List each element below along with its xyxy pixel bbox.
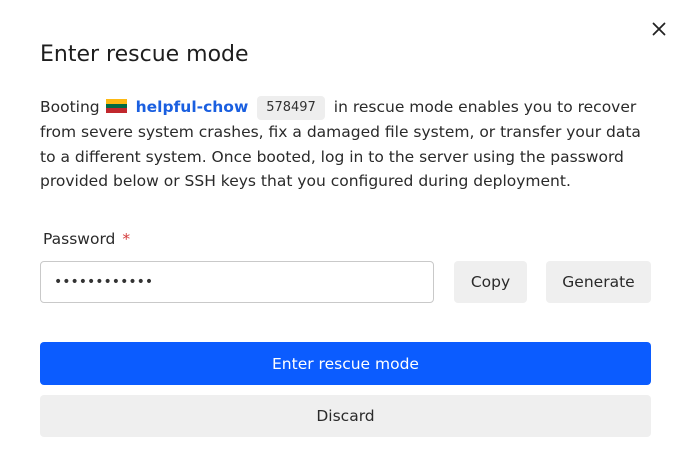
description-prefix: Booting [40,98,100,116]
copy-button[interactable]: Copy [454,261,527,303]
flag-stripe-red [105,108,127,113]
server-name-link[interactable]: helpful-chow [136,98,249,116]
close-icon [652,22,666,36]
lithuania-flag-icon [105,99,127,113]
required-marker: * [122,230,131,248]
enter-rescue-mode-button[interactable]: Enter rescue mode [40,342,651,385]
password-label: Password * [43,230,130,248]
dialog-title: Enter rescue mode [40,42,249,67]
dialog-description: Booting helpful-chow 578497 in rescue mo… [40,95,660,194]
description-text: in rescue mode enables you to recover fr… [40,98,641,190]
generate-button[interactable]: Generate [546,261,651,303]
rescue-mode-dialog: Enter rescue mode Booting helpful-chow 5… [0,0,688,473]
discard-button[interactable]: Discard [40,395,651,437]
close-button[interactable] [647,17,671,41]
password-label-text: Password [43,230,116,248]
server-id-badge: 578497 [257,96,325,120]
password-input[interactable] [40,261,434,303]
